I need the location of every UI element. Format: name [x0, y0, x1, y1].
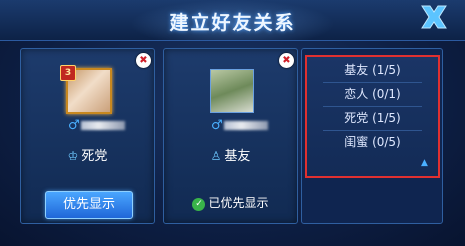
person-icon: ♙ — [210, 149, 222, 163]
relation-item[interactable]: 死党 (1/5) — [313, 107, 432, 129]
friend-relation-dialog: 建立好友关系 3 ♂ ♔死党 优先显示 ♂ ♙基友 ✓已优先显示 基友 (1/5… — [0, 0, 465, 246]
prioritized-status: ✓ 已优先显示 — [164, 195, 297, 211]
friend-card-2: ♂ ♙基友 ✓已优先显示 — [163, 48, 298, 224]
player-name-blurred — [81, 121, 125, 130]
relation-item[interactable]: 闺蜜 (0/5) — [313, 131, 432, 153]
scroll-up-icon[interactable]: ▲ — [421, 158, 428, 168]
check-icon: ✓ — [192, 198, 206, 211]
priority-display-button[interactable]: 优先显示 — [45, 191, 133, 219]
player-name-blurred — [224, 121, 268, 130]
relation-label: 基友 — [224, 149, 251, 164]
avatar[interactable] — [210, 69, 254, 113]
remove-icon[interactable] — [136, 53, 151, 68]
relation-label: 死党 — [81, 149, 108, 164]
male-icon: ♂ — [211, 118, 223, 133]
friend-card-1: 3 ♂ ♔死党 优先显示 — [20, 48, 155, 224]
dialog-title: 建立好友关系 — [169, 12, 296, 34]
level-badge: 3 — [60, 65, 76, 81]
relation-item[interactable]: 基友 (1/5) — [313, 59, 432, 81]
relation-row: ♙ 基友 — [164, 148, 297, 165]
relation-icon: ♔ — [67, 149, 79, 163]
relation-item[interactable]: 恋人 (0/1) — [313, 83, 432, 105]
title-bar: 建立好友关系 — [0, 0, 465, 41]
male-icon: ♂ — [68, 118, 80, 133]
prioritized-label: 已优先显示 — [208, 196, 269, 210]
remove-icon[interactable] — [279, 53, 294, 68]
relation-list: 基友 (1/5) 恋人 (0/1) 死党 (1/5) 闺蜜 (0/5) ▲ — [305, 55, 440, 178]
close-icon[interactable] — [417, 2, 451, 32]
relation-row: ♔ 死党 — [21, 148, 154, 165]
